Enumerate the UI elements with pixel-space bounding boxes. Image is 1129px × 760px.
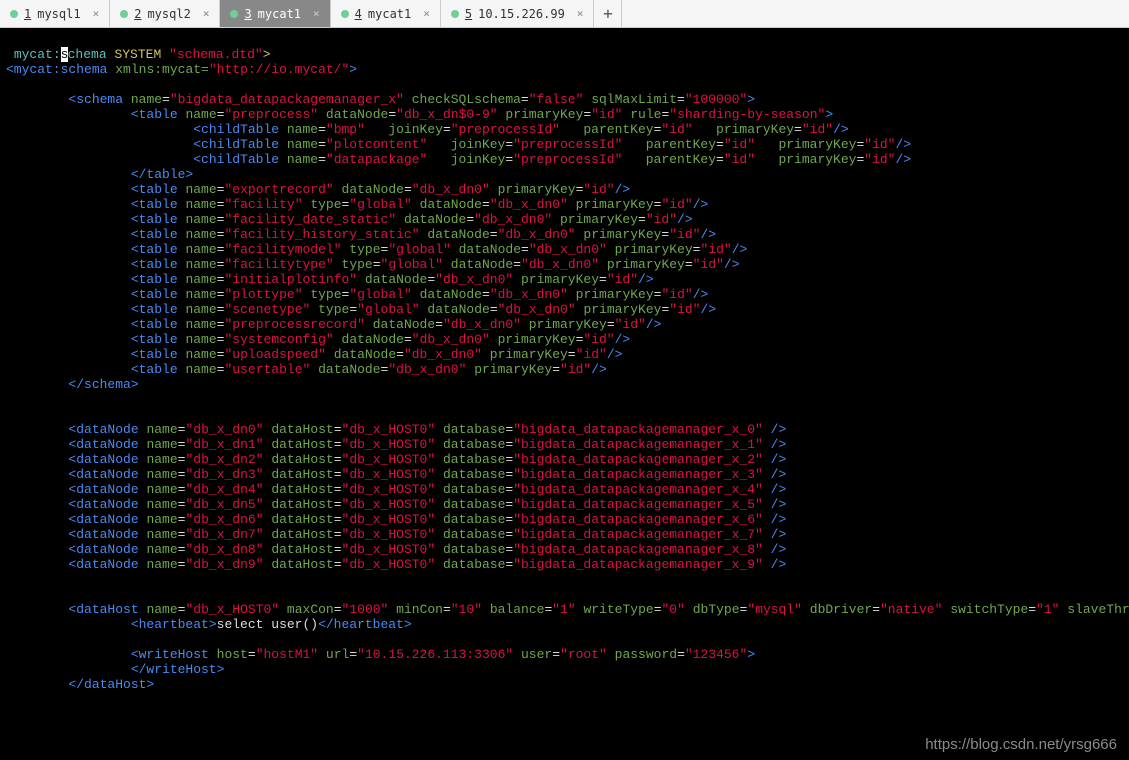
status-dot-icon [120, 10, 128, 18]
code-line: <table name="facilitytype" type="global"… [6, 257, 1123, 272]
code-line: <dataNode name="db_x_dn6" dataHost="db_x… [6, 512, 1123, 527]
code-line [6, 392, 1123, 407]
code-line: <table name="facility_history_static" da… [6, 227, 1123, 242]
code-line: </dataHost> [6, 677, 1123, 692]
code-line: <table name="systemconfig" dataNode="db_… [6, 332, 1123, 347]
code-line: <table name="facility_date_static" dataN… [6, 212, 1123, 227]
tab-label: 10.15.226.99 [478, 7, 565, 21]
code-line: <dataNode name="db_x_dn5" dataHost="db_x… [6, 497, 1123, 512]
tab-10.15.226.99[interactable]: 5 10.15.226.99 × [441, 0, 595, 27]
watermark: https://blog.csdn.net/yrsg666 [925, 737, 1117, 752]
code-line: <dataNode name="db_x_dn0" dataHost="db_x… [6, 422, 1123, 437]
status-dot-icon [451, 10, 459, 18]
code-line: <writeHost host="hostM1" url="10.15.226.… [6, 647, 1123, 662]
close-icon[interactable]: × [313, 7, 320, 20]
close-icon[interactable]: × [577, 7, 584, 20]
tab-number: 4 [355, 7, 362, 21]
code-line: <dataNode name="db_x_dn8" dataHost="db_x… [6, 542, 1123, 557]
code-line: <dataHost name="db_x_HOST0" maxCon="1000… [6, 602, 1123, 617]
close-icon[interactable]: × [423, 7, 430, 20]
code-line: <table name="exportrecord" dataNode="db_… [6, 182, 1123, 197]
code-line: <table name="preprocess" dataNode="db_x_… [6, 107, 1123, 122]
close-icon[interactable]: × [93, 7, 100, 20]
status-dot-icon [230, 10, 238, 18]
code-line: <dataNode name="db_x_dn1" dataHost="db_x… [6, 437, 1123, 452]
code-line [6, 587, 1123, 602]
code-line: </table> [6, 167, 1123, 182]
code-line: <table name="initialplotinfo" dataNode="… [6, 272, 1123, 287]
code-line: <schema name="bigdata_datapackagemanager… [6, 92, 1123, 107]
tab-label: mysql1 [37, 7, 80, 21]
code-line: <mycat:schema xmlns:mycat="http://io.myc… [6, 62, 1123, 77]
code-line: <dataNode name="db_x_dn7" dataHost="db_x… [6, 527, 1123, 542]
code-line: <heartbeat>select user()</heartbeat> [6, 617, 1123, 632]
tab-number: 1 [24, 7, 31, 21]
tab-label: mycat1 [258, 7, 301, 21]
code-line: <table name="scenetype" type="global" da… [6, 302, 1123, 317]
close-icon[interactable]: × [203, 7, 210, 20]
tab-label: mycat1 [368, 7, 411, 21]
tab-mysql1[interactable]: 1 mysql1 × [0, 0, 110, 27]
code-line: <table name="preprocessrecord" dataNode=… [6, 317, 1123, 332]
status-dot-icon [341, 10, 349, 18]
code-line: mycat:schema SYSTEM "schema.dtd"><mycat:… [6, 47, 1123, 692]
tab-bar: 1 mysql1 × 2 mysql2 × 3 mycat1 × 4 mycat1 × 5 10.15.2… [0, 0, 1129, 28]
code-line: <dataNode name="db_x_dn4" dataHost="db_x… [6, 482, 1123, 497]
code-line: <dataNode name="db_x_dn9" dataHost="db_x… [6, 557, 1123, 572]
code-line: <table name="usertable" dataNode="db_x_d… [6, 362, 1123, 377]
code-line: <dataNode name="db_x_dn3" dataHost="db_x… [6, 467, 1123, 482]
code-line [6, 77, 1123, 92]
tab-mysql2[interactable]: 2 mysql2 × [110, 0, 220, 27]
tab-mycat1[interactable]: 3 mycat1 × [220, 0, 330, 27]
code-line: <table name="plottype" type="global" dat… [6, 287, 1123, 302]
code-line: <table name="facilitymodel" type="global… [6, 242, 1123, 257]
code-line: <dataNode name="db_x_dn2" dataHost="db_x… [6, 452, 1123, 467]
code-editor[interactable]: mycat:schema SYSTEM "schema.dtd"><mycat:… [0, 28, 1129, 760]
code-line: <childTable name="plotcontent" joinKey="… [6, 137, 1123, 152]
tab-number: 3 [244, 7, 251, 21]
code-line [6, 407, 1123, 422]
code-line: </schema> [6, 377, 1123, 392]
code-line: <table name="facility" type="global" dat… [6, 197, 1123, 212]
code-line: <childTable name="bmp" joinKey="preproce… [6, 122, 1123, 137]
new-tab-button[interactable]: + [594, 0, 622, 27]
code-line: <table name="uploadspeed" dataNode="db_x… [6, 347, 1123, 362]
tab-number: 2 [134, 7, 141, 21]
code-line: <childTable name="datapackage" joinKey="… [6, 152, 1123, 167]
tab-number: 5 [465, 7, 472, 21]
status-dot-icon [10, 10, 18, 18]
code-line [6, 572, 1123, 587]
tab-label: mysql2 [147, 7, 190, 21]
code-line [6, 632, 1123, 647]
tab-mycat1[interactable]: 4 mycat1 × [331, 0, 441, 27]
code-line: </writeHost> [6, 662, 1123, 677]
